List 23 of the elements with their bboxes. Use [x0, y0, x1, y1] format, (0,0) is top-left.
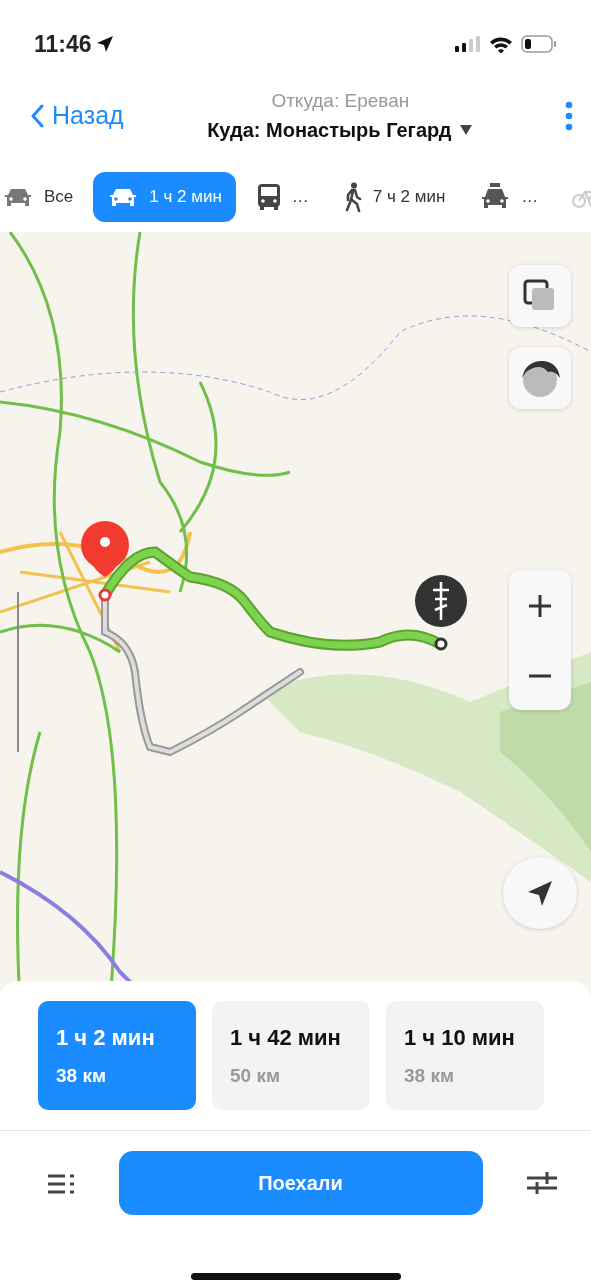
route-option[interactable]: 1 ч 42 мин 50 км	[212, 1000, 370, 1110]
layers-button[interactable]	[509, 265, 571, 327]
layers-icon	[523, 279, 557, 313]
signal-icon	[455, 36, 481, 52]
minus-icon	[529, 674, 551, 679]
route-option[interactable]: 1 ч 10 мин 38 км	[386, 1000, 544, 1110]
transport-mode-tab[interactable]: …	[465, 171, 553, 223]
transport-mode-tab[interactable]: …	[241, 171, 323, 223]
traffic-toggle-button[interactable]	[509, 347, 571, 409]
wifi-icon	[489, 35, 513, 53]
transport-mode-tab[interactable]: 7 ч 2 мин	[328, 170, 460, 224]
chevron-left-icon	[30, 104, 44, 128]
bus-icon	[255, 183, 282, 211]
dropdown-caret-icon	[459, 124, 474, 137]
more-menu-button[interactable]	[565, 101, 573, 131]
status-time: 11:46	[34, 29, 92, 59]
location-arrow-icon	[95, 35, 114, 53]
battery-icon	[521, 35, 557, 53]
route-settings-button[interactable]	[527, 1170, 557, 1196]
plus-icon	[527, 592, 553, 619]
destination-selector[interactable]: Куда: Монастырь Гегард	[207, 115, 474, 146]
route-origin: Откуда: Ереван	[270, 88, 411, 113]
transport-mode-tab[interactable]: Все	[0, 172, 88, 222]
